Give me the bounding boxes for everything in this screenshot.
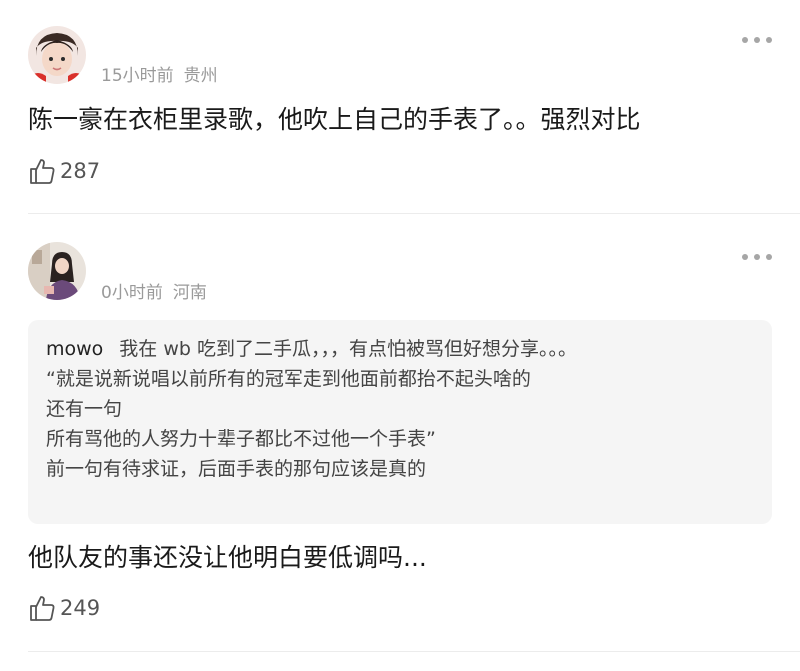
like-button[interactable]: 287 [28, 156, 100, 186]
comment-item: 15小时前 贵州 陈一豪在衣柜里录歌，他吹上自己的手表了。。强烈对比 287 [0, 0, 800, 214]
quote-author[interactable]: mowo [46, 338, 103, 360]
comment-time: 0小时前 [101, 283, 163, 303]
comment-location: 河南 [172, 283, 207, 303]
quote-line: “就是说新说唱以前所有的冠军走到他面前都抬不起头啥的 [46, 368, 531, 390]
comment-location: 贵州 [183, 66, 218, 86]
comment-text: 陈一豪在衣柜里录歌，他吹上自己的手表了。。强烈对比 [28, 105, 641, 134]
thumbs-up-icon [30, 596, 55, 621]
quote-line: 还有一句 [46, 398, 123, 420]
comment-time: 15小时前 [101, 66, 174, 86]
like-count: 287 [60, 159, 101, 183]
divider [28, 651, 800, 652]
comment-text: 他队友的事还没让他明白要低调吗... [28, 543, 427, 572]
quote-line: 所有骂他的人努力十辈子都比不过他一个手表” [46, 428, 436, 450]
more-dots-icon[interactable] [742, 252, 772, 262]
quote-line: 我在 wb 吃到了二手瓜，，，有点怕被骂但好想分享。。。 [119, 338, 577, 360]
comment-meta: 15小时前 贵州 [101, 61, 228, 86]
thumbs-up-icon [30, 159, 55, 184]
quoted-reply[interactable]: mowo 我在 wb 吃到了二手瓜，，，有点怕被骂但好想分享。。。 “就是说新说唱… [28, 320, 772, 524]
more-dots-icon[interactable] [742, 35, 772, 45]
quote-line: 前一句有待求证，后面手表的那句应该是真的 [46, 458, 427, 480]
like-button[interactable]: 249 [28, 593, 100, 623]
comment-item: 0小时前 河南 mowo 我在 wb 吃到了二手瓜，，，有点怕被骂但好想分享。。。 … [0, 214, 800, 671]
like-count: 249 [60, 596, 101, 620]
comment-meta: 0小时前 河南 [101, 278, 217, 303]
avatar[interactable] [28, 242, 86, 300]
avatar[interactable] [28, 26, 86, 84]
quote-first-line: mowo 我在 wb 吃到了二手瓜，，，有点怕被骂但好想分享。。。 [46, 334, 754, 364]
